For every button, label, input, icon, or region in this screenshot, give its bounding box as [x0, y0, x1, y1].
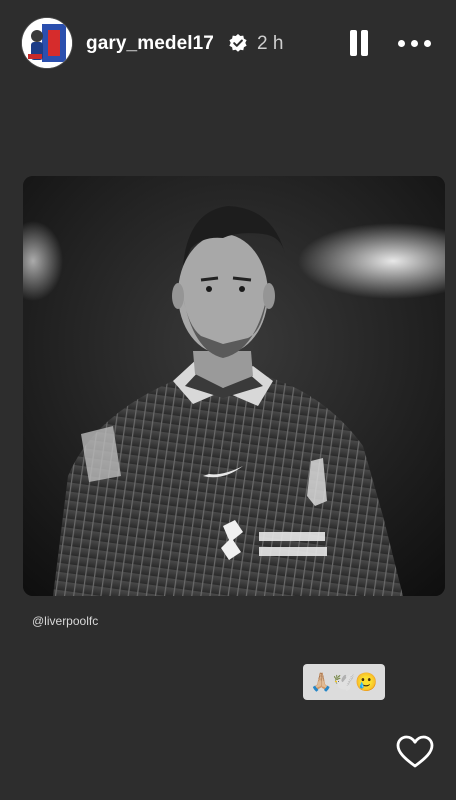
story-photo [23, 176, 445, 596]
emoji-sticker-text: 🙏🏼🕊️🥲 [310, 671, 378, 692]
profile-avatar[interactable] [22, 18, 72, 68]
emoji-sticker: 🙏🏼🕊️🥲 [303, 664, 385, 700]
player-photo [23, 176, 445, 596]
story-header: gary_medel17 2 h [0, 0, 456, 90]
username[interactable]: gary_medel17 [86, 33, 214, 55]
post-time: 2 h [257, 33, 284, 54]
avatar-image [22, 18, 72, 68]
heart-icon[interactable] [396, 735, 434, 769]
verified-badge-icon [229, 34, 247, 52]
pause-icon[interactable] [348, 30, 370, 56]
mention-tag[interactable]: @liverpoolfc [32, 614, 98, 628]
more-options-icon[interactable] [398, 36, 434, 50]
